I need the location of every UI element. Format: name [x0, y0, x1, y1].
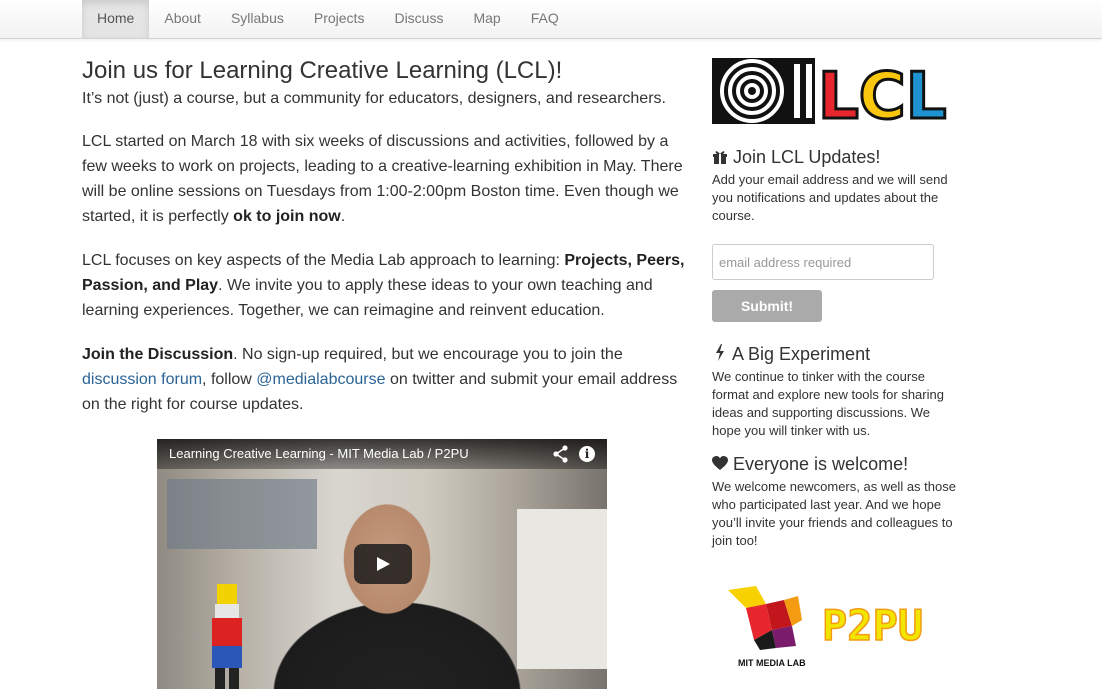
nav-item-map[interactable]: Map: [458, 0, 515, 38]
top-navbar: Home About Syllabus Projects Discuss Map…: [0, 0, 1102, 39]
main-content: Join us for Learning Creative Learning (…: [82, 56, 686, 689]
share-icon[interactable]: [553, 445, 569, 463]
intro-end: .: [340, 208, 346, 225]
discussion-paragraph: Join the Discussion. No sign-up required…: [82, 342, 686, 417]
mit-media-lab-logo[interactable]: MIT MEDIA LAB: [726, 584, 816, 674]
nav-item-home[interactable]: Home: [82, 0, 150, 38]
updates-block: Join LCL Updates! Add your email address…: [712, 146, 962, 225]
play-icon[interactable]: [354, 544, 412, 584]
video-player[interactable]: Learning Creative Learning - MIT Media L…: [157, 439, 607, 689]
experiment-text: We continue to tinker with the course fo…: [712, 369, 944, 438]
updates-text: Add your email address and we will send …: [712, 172, 948, 223]
nav-item-projects[interactable]: Projects: [299, 0, 380, 38]
welcome-title: Everyone is welcome!: [733, 454, 909, 474]
updates-title: Join LCL Updates!: [733, 147, 881, 167]
twitter-link[interactable]: @medialabcourse: [256, 371, 385, 388]
experiment-title: A Big Experiment: [732, 344, 871, 364]
intro-paragraph: LCL started on March 18 with six weeks o…: [82, 129, 686, 229]
focus-text: LCL focuses on key aspects of the Media …: [82, 252, 565, 269]
info-icon[interactable]: i: [579, 446, 595, 462]
welcome-block: Everyone is welcome! We welcome newcomer…: [712, 453, 962, 550]
video-shelf: [167, 479, 317, 549]
nav-item-faq[interactable]: FAQ: [516, 0, 574, 38]
email-field[interactable]: [712, 244, 934, 280]
gift-icon: [713, 151, 727, 164]
intro-bold: ok to join now: [233, 208, 341, 225]
nav-item-about[interactable]: About: [149, 0, 216, 38]
nav-item-discuss[interactable]: Discuss: [379, 0, 458, 38]
video-printer: [517, 509, 607, 669]
discussion-text-1: . No sign-up required, but we encourage …: [233, 346, 623, 363]
p2pu-logo[interactable]: P2PU: [820, 604, 950, 646]
p2pu-label: P2PU: [822, 604, 923, 646]
submit-button[interactable]: Submit!: [712, 290, 822, 322]
bolt-icon: [716, 344, 724, 361]
welcome-heading: Everyone is welcome!: [712, 453, 962, 475]
lcl-logo: LCL: [712, 58, 948, 124]
lcl-logo-text: LCL: [818, 60, 947, 124]
heart-icon: [712, 456, 728, 470]
intro-text: LCL started on March 18 with six weeks o…: [82, 133, 683, 225]
experiment-block: A Big Experiment We continue to tinker w…: [712, 343, 962, 440]
lego-figure: [212, 584, 242, 689]
mit-label: MIT MEDIA LAB: [738, 658, 806, 668]
nav-menu: Home About Syllabus Projects Discuss Map…: [82, 0, 574, 38]
experiment-heading: A Big Experiment: [712, 343, 962, 365]
updates-heading: Join LCL Updates!: [712, 146, 962, 168]
welcome-text: We welcome newcomers, as well as those w…: [712, 479, 956, 548]
page-title: Join us for Learning Creative Learning (…: [82, 57, 563, 84]
discussion-forum-link[interactable]: discussion forum: [82, 371, 202, 388]
video-title[interactable]: Learning Creative Learning - MIT Media L…: [157, 439, 607, 469]
discussion-text-2: , follow: [202, 371, 257, 388]
focus-paragraph: LCL focuses on key aspects of the Media …: [82, 248, 686, 323]
page-lead: It’s not (just) a course, but a communit…: [82, 90, 666, 107]
discussion-bold: Join the Discussion: [82, 346, 234, 363]
nav-item-syllabus[interactable]: Syllabus: [216, 0, 299, 38]
